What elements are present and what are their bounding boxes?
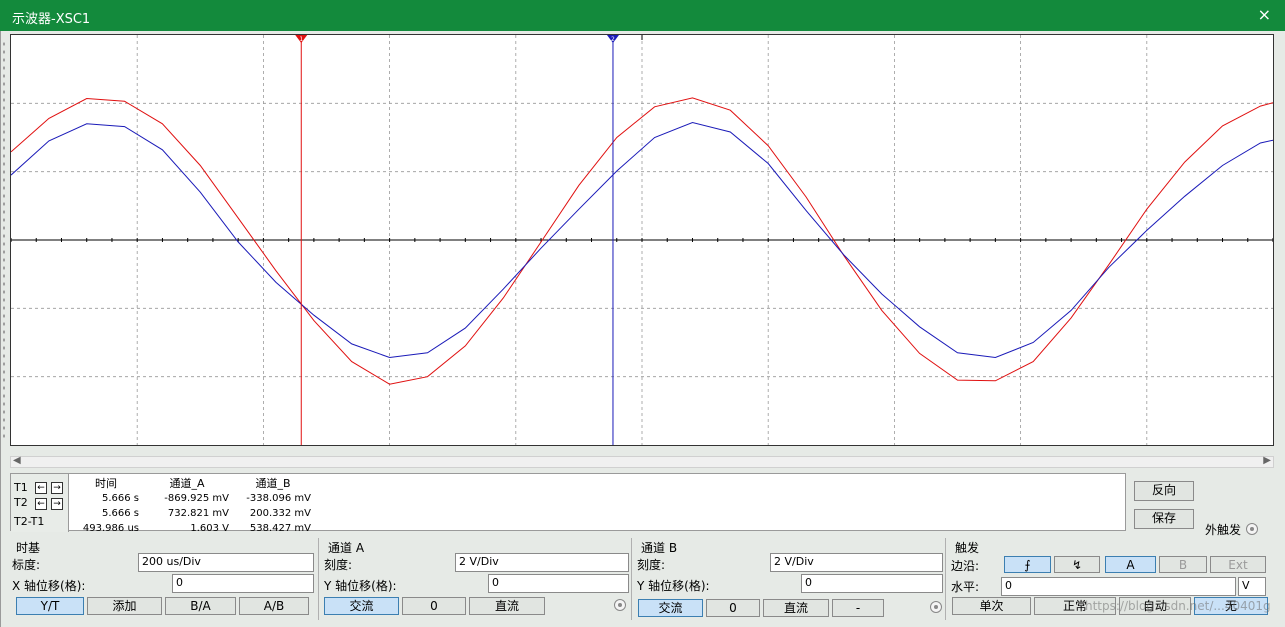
cursor-readout-panel: T1 ← → T2 ← → T2-T1 时间 通道_A 通道_B 5.666 s…	[10, 473, 1126, 534]
mode-ba-button[interactable]: B/A	[165, 597, 236, 615]
t1-right-icon[interactable]: →	[51, 482, 63, 494]
channel-a-ac-button[interactable]: 交流	[324, 597, 399, 615]
t1-left-icon[interactable]: ←	[35, 482, 47, 494]
waveform-plot: 12	[11, 35, 1273, 445]
channel-a-offset-label: Y 轴位移(格):	[324, 579, 397, 593]
title-bar: 示波器-XSC1 ×	[0, 0, 1285, 31]
x-offset-field[interactable]: 0	[172, 574, 314, 593]
t1-ch-a: -869.925 mV	[164, 493, 229, 504]
header-time: 时间	[95, 477, 117, 490]
channel-a-radio[interactable]	[614, 599, 626, 611]
header-ch-a: 通道_A	[169, 477, 205, 490]
channel-b-dc-button[interactable]: 直流	[763, 599, 829, 617]
cursor-controls: T1 ← → T2 ← → T2-T1	[11, 474, 69, 532]
channel-b-radio[interactable]	[930, 601, 942, 613]
window-title: 示波器-XSC1	[12, 12, 91, 27]
horizontal-scrollbar[interactable]: ◀ ▶	[10, 455, 1274, 468]
channel-b-scale-field[interactable]: 2 V/Div	[770, 553, 943, 572]
mode-add-button[interactable]: 添加	[87, 597, 162, 615]
t1-time: 5.666 s	[101, 493, 139, 504]
trigger-level-unit[interactable]: V	[1238, 577, 1266, 596]
readout-table: 时间 通道_A 通道_B 5.666 s -869.925 mV -338.09…	[69, 475, 315, 537]
channel-b-offset-label: Y 轴位移(格):	[637, 579, 710, 593]
channel-b-scale-label: 刻度:	[637, 558, 666, 572]
ext-trigger-label: 外触发	[1205, 523, 1242, 537]
ext-trigger-radio[interactable]	[1246, 523, 1258, 535]
t1-label: T1	[14, 481, 28, 494]
channel-a-zero-button[interactable]: 0	[402, 597, 466, 615]
dt-time: 493.986 us	[82, 523, 139, 534]
channel-a-dc-button[interactable]: 直流	[469, 597, 545, 615]
t2-ch-b: 200.332 mV	[249, 508, 311, 519]
timebase-title: 时基	[16, 541, 41, 555]
table-row: 493.986 us 1.603 V 538.427 mV	[71, 522, 313, 535]
trigger-source-a-button[interactable]: A	[1105, 556, 1156, 573]
scroll-left-icon[interactable]: ◀	[13, 455, 21, 466]
save-button[interactable]: 保存	[1134, 509, 1194, 529]
scope-display[interactable]: 12	[10, 34, 1274, 446]
edge-falling-icon[interactable]: ↯	[1054, 556, 1100, 573]
trigger-level-label: 水平:	[951, 580, 980, 594]
edge-rising-icon[interactable]: ⨍	[1004, 556, 1051, 573]
grip-dots	[2, 40, 6, 440]
mode-yt-button[interactable]: Y/T	[16, 597, 84, 615]
reverse-button[interactable]: 反向	[1134, 481, 1194, 501]
channel-a-scale-label: 刻度:	[324, 558, 353, 572]
dt-ch-b: 538.427 mV	[249, 523, 311, 534]
t2-left-icon[interactable]: ←	[35, 498, 47, 510]
trigger-single-button[interactable]: 单次	[952, 597, 1031, 615]
t2-ch-a: 732.821 mV	[167, 508, 229, 519]
table-row: 5.666 s 732.821 mV 200.332 mV	[71, 507, 313, 520]
dt-ch-a: 1.603 V	[190, 523, 229, 534]
cursor-t1-label: 1	[299, 36, 303, 43]
t2-label: T2	[14, 496, 28, 509]
trigger-source-b-button[interactable]: B	[1159, 556, 1207, 573]
cursor-t2-label: 2	[611, 36, 615, 43]
channel-a-scale-field[interactable]: 2 V/Div	[455, 553, 629, 572]
watermark: https://blog.csdn.net/...40401g	[1085, 599, 1271, 613]
t1-ch-b: -338.096 mV	[246, 493, 311, 504]
channel-a-offset-field[interactable]: 0	[488, 574, 629, 593]
channel-b-ac-button[interactable]: 交流	[638, 599, 703, 617]
trigger-edge-label: 边沿:	[951, 559, 980, 573]
mode-ab-button[interactable]: A/B	[239, 597, 309, 615]
close-icon[interactable]: ×	[1258, 5, 1271, 24]
x-offset-label: X 轴位移(格):	[12, 579, 86, 593]
trigger-source-ext-button[interactable]: Ext	[1210, 556, 1266, 573]
t2-time: 5.666 s	[101, 508, 139, 519]
channel-b-title: 通道 B	[641, 541, 678, 555]
scroll-right-icon[interactable]: ▶	[1263, 455, 1271, 466]
channel-a-title: 通道 A	[328, 541, 365, 555]
timebase-scale-field[interactable]: 200 us/Div	[138, 553, 314, 572]
t2-t1-label: T2-T1	[14, 515, 45, 528]
channel-b-offset-field[interactable]: 0	[801, 574, 943, 593]
t2-right-icon[interactable]: →	[51, 498, 63, 510]
timebase-scale-label: 标度:	[12, 558, 41, 572]
channel-b-zero-button[interactable]: 0	[706, 599, 760, 617]
channel-b-minus-button[interactable]: -	[832, 599, 884, 617]
header-ch-b: 通道_B	[255, 477, 291, 490]
table-row: 5.666 s -869.925 mV -338.096 mV	[71, 492, 313, 505]
trigger-level-field[interactable]: 0	[1001, 577, 1236, 596]
trigger-title: 触发	[955, 541, 980, 555]
